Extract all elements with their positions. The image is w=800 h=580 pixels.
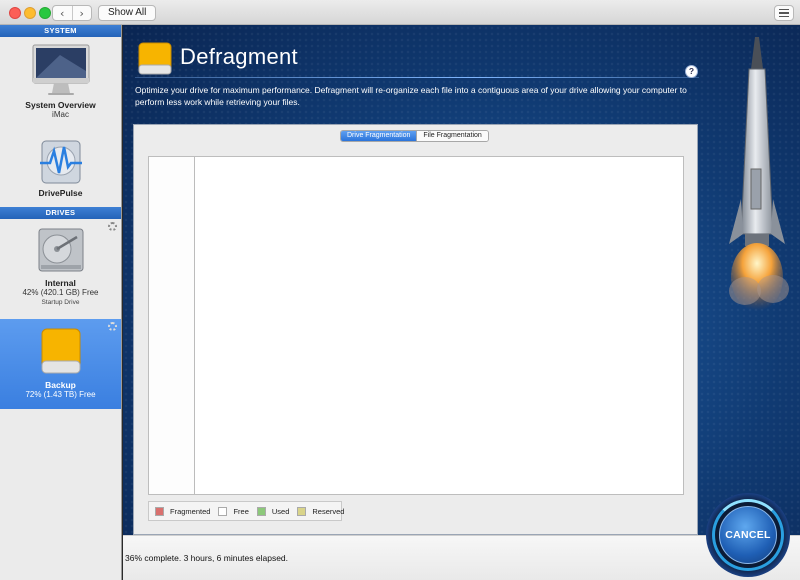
fragmentation-tabs: Drive Fragmentation File Fragmentation	[340, 130, 489, 142]
cancel-button[interactable]: CANCEL	[719, 506, 777, 564]
legend-item-fragmented: Fragmented	[155, 506, 210, 516]
imac-icon	[32, 44, 89, 95]
sidebar-item-sub: iMac	[52, 110, 69, 119]
status-bar: 36% complete. 3 hours, 6 minutes elapsed…	[123, 535, 800, 580]
cancel-control: CANCEL	[706, 493, 790, 577]
description-text: Optimize your drive for maximum performa…	[135, 85, 687, 108]
map-gutter	[149, 157, 195, 494]
list-icon	[779, 8, 789, 11]
external-drive-icon	[41, 328, 80, 374]
sidebar-item-sub: 72% (1.43 TB) Free	[25, 390, 96, 399]
tab-file-fragmentation[interactable]: File Fragmentation	[416, 131, 488, 141]
fragmentation-legend: Fragmented Free Used Reserved	[148, 501, 344, 521]
legend-swatch	[256, 506, 266, 516]
page-title: Defragment	[180, 44, 298, 69]
sidebar-item-label: Internal	[45, 278, 76, 288]
window-titlebar: ‹ › Show All	[0, 0, 800, 25]
forward-button[interactable]: ›	[71, 6, 92, 20]
navigation-group: ‹ ›	[52, 5, 92, 21]
sidebar-item-drivepulse[interactable]: DrivePulse	[0, 131, 121, 207]
legend-item-reserved: Reserved	[297, 506, 344, 516]
rocket-illustration	[729, 37, 789, 311]
close-window-button[interactable]	[9, 7, 21, 19]
system-section-header: SYSTEM	[0, 25, 121, 37]
legend-swatch	[297, 506, 307, 516]
help-button[interactable]: ?	[685, 65, 698, 78]
sidebar-item-sub2: Startup Drive	[41, 299, 80, 306]
drivepulse-icon	[39, 140, 82, 184]
sidebar-item-sub: 42% (420.1 GB) Free	[22, 288, 99, 297]
zoom-window-button[interactable]	[39, 7, 51, 19]
legend-item-used: Used	[256, 506, 289, 516]
list-view-button[interactable]	[774, 5, 794, 21]
sidebar-item-system-overview[interactable]: System Overview iMac	[0, 37, 121, 131]
tab-drive-fragmentation[interactable]: Drive Fragmentation	[341, 131, 417, 141]
sidebar: SYSTEM System Overview iMac DrivePulse D…	[0, 25, 122, 580]
fragmentation-panel: Drive Fragmentation File Fragmentation F…	[133, 124, 698, 535]
minimize-window-button[interactable]	[24, 7, 36, 19]
legend-swatch	[218, 506, 228, 516]
title-divider	[135, 77, 699, 78]
hard-drive-icon	[38, 228, 83, 272]
loading-spinner-icon	[108, 222, 117, 231]
sidebar-item-label: System Overview	[25, 100, 96, 110]
legend-swatch	[155, 506, 164, 516]
sidebar-item-label: DrivePulse	[38, 188, 83, 198]
show-all-button[interactable]: Show All	[98, 5, 157, 21]
progress-status-text: 36% complete. 3 hours, 6 minutes elapsed…	[125, 553, 289, 563]
drives-section-header: DRIVES	[0, 207, 121, 219]
sidebar-item-internal-drive[interactable]: Internal 42% (420.1 GB) Free Startup Dri…	[0, 219, 121, 319]
fragmentation-map	[148, 156, 684, 495]
loading-spinner-icon	[108, 322, 117, 331]
sidebar-item-label: Backup	[45, 380, 76, 390]
backup-drive-header-icon	[138, 42, 172, 75]
legend-item-free: Free	[218, 506, 249, 516]
sidebar-item-backup-drive[interactable]: Backup 72% (1.43 TB) Free	[0, 319, 121, 409]
main-content: Defragment ? Optimize your drive for max…	[123, 25, 800, 580]
back-button[interactable]: ‹	[53, 6, 72, 20]
